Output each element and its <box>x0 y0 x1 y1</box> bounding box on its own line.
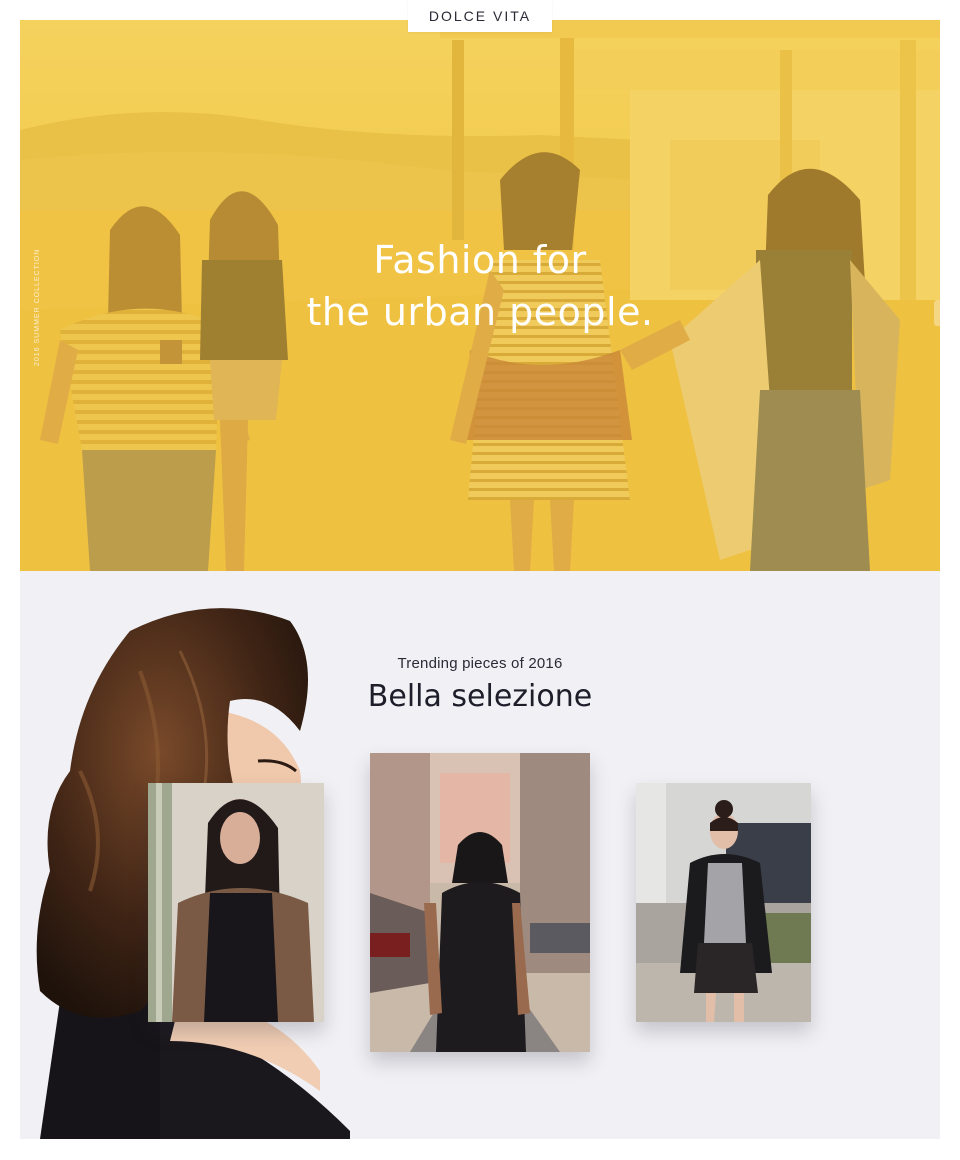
product-card-2[interactable] <box>370 753 590 1052</box>
section-title: Bella selezione <box>367 679 593 714</box>
section-eyebrow: Trending pieces of 2016 <box>397 655 563 672</box>
product-photo-2 <box>370 753 590 1052</box>
selection-section: Trending pieces of 2016 Bella selezione <box>20 571 940 1139</box>
product-card-3[interactable] <box>636 783 811 1022</box>
product-photo-3 <box>636 783 811 1022</box>
landing-page: DOLCE VITA 2016 SUMMER COLLECTION Fashio… <box>0 0 960 1160</box>
hero-headline-line-2: the urban people. <box>306 290 654 334</box>
hero-banner: 2016 Summer Collection Fashion for the u… <box>20 20 940 571</box>
product-card-1[interactable] <box>148 783 324 1022</box>
hero-headline-line-1: Fashion for <box>373 238 587 282</box>
logo-text: DOLCE VITA <box>428 8 532 24</box>
chevron-right-icon[interactable] <box>934 300 940 326</box>
hero-headline: Fashion for the urban people. <box>20 234 940 338</box>
logo-tab[interactable]: DOLCE VITA <box>408 0 552 32</box>
product-photo-1 <box>148 783 324 1022</box>
